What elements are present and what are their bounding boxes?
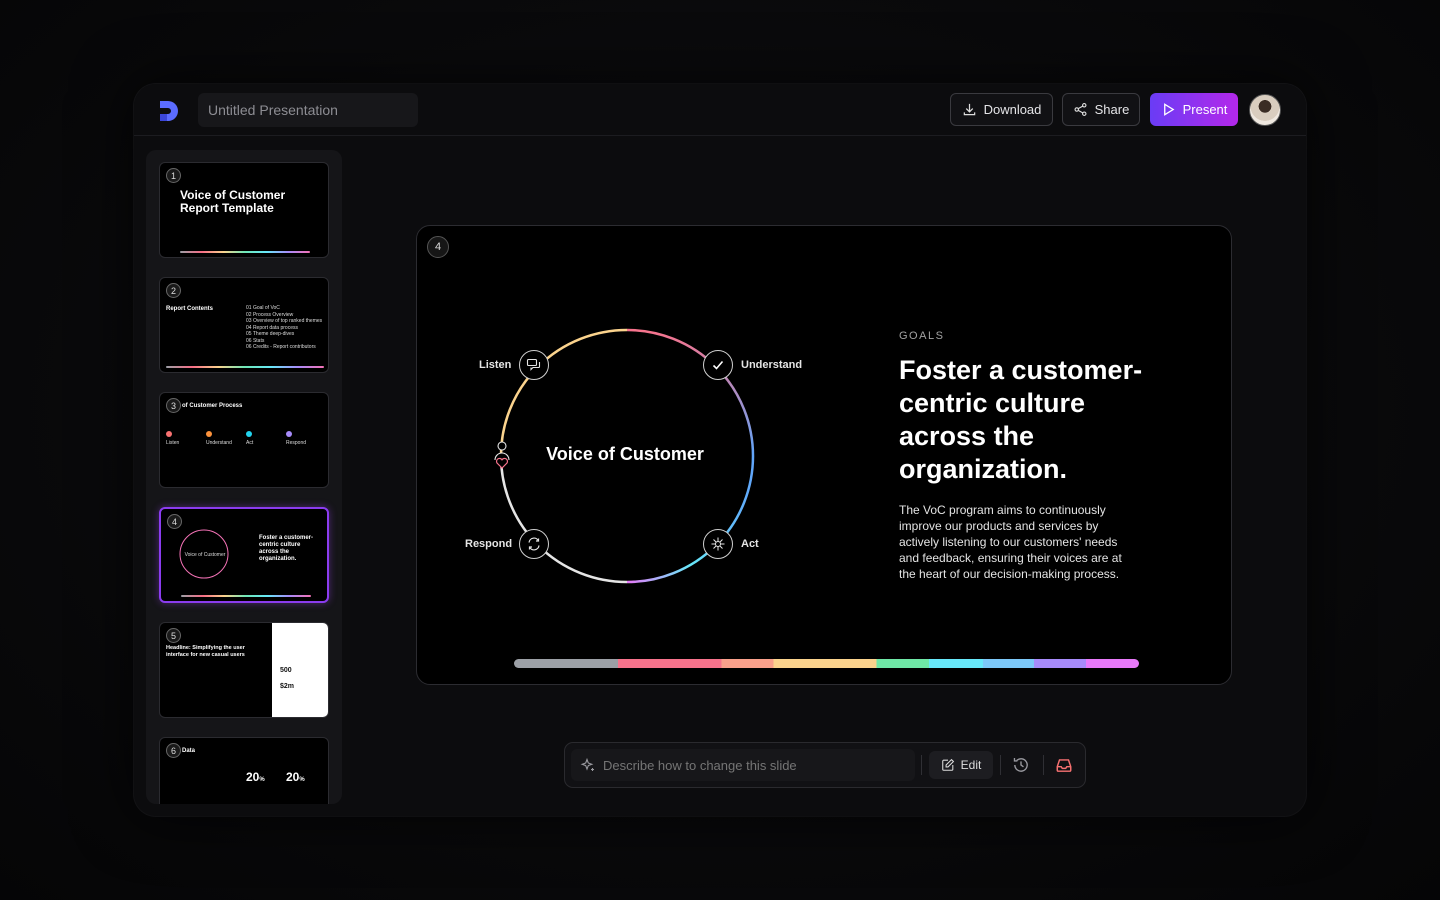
goals-headline: Foster a customer-centric culture across… [899,355,1143,484]
slide-number-badge: 6 [166,743,181,758]
slide-thumbnail-2[interactable]: 2 Report Contents 01 Goal of VoC 02 Proce… [159,277,329,373]
thumb-color-bar [180,251,310,253]
chat-icon [526,358,541,371]
step-dot [166,431,172,437]
top-toolbar: Download Share Present [134,84,1306,136]
thumb-stat: 20% [286,770,305,784]
slide-thumbnail-4[interactable]: 4 Voice of Customer Foster a customer-ce… [159,507,329,603]
edit-label: Edit [960,758,982,772]
app-logo-icon[interactable] [156,98,182,124]
download-icon [963,103,975,116]
divider [1043,755,1044,775]
thumb-title: of Customer Process [182,403,243,409]
step-label: Act [246,440,254,446]
divider [1000,755,1001,775]
slide-canvas[interactable]: 4 Voice of Customer Listen Understand Re… [416,225,1232,685]
slide-number-badge: 4 [427,236,449,258]
goals-kicker: GOALS [899,330,945,342]
share-label: Share [1094,102,1130,117]
slide-thumbnail-3[interactable]: 3 of Customer Process Listen Understand … [159,392,329,488]
person-heart-icon [494,441,510,469]
play-icon [1163,103,1175,116]
understand-node [703,350,733,380]
step-label: Understand [206,440,232,446]
slide-thumbnail-panel[interactable]: 1 Voice of Customer Report Template 2 Re… [146,150,342,804]
slide-number-badge: 1 [166,168,181,183]
thumb-color-bar [181,595,311,597]
share-button[interactable]: Share [1062,93,1140,126]
slide-number-badge: 2 [166,283,181,298]
presentation-title-input[interactable] [198,93,418,127]
download-label: Download [983,102,1042,117]
history-icon[interactable] [1012,756,1030,774]
check-icon [712,360,724,370]
edit-button[interactable]: Edit [929,751,993,779]
thumb-title: Report Contents [166,306,213,312]
thumb-title: Data [182,748,196,754]
edit-icon [941,758,954,771]
slide-thumbnail-6[interactable]: 6 Data 20% 20% [159,737,329,804]
listen-node [519,350,549,380]
step-label: Listen [166,440,180,446]
slide-color-bar [514,659,1139,668]
slide-prompt-input[interactable] [571,749,915,781]
user-avatar[interactable] [1249,94,1281,126]
goals-body-text: The VoC program aims to continuously imp… [899,503,1122,581]
ai-sparkle-icon [580,757,594,771]
app-window: Download Share Present 1 Voice of Custom… [134,84,1306,816]
respond-node [519,529,549,559]
slide-thumbnail-5[interactable]: 5 Headline: Simplifying the user interfa… [159,622,329,718]
understand-label: Understand [741,359,803,371]
act-label: Act [741,538,759,550]
act-node [703,529,733,559]
slide-number-badge: 5 [166,628,181,643]
sparkle-icon [711,537,725,551]
ring-center-title: Voice of Customer [546,444,704,464]
thumb-white-panel: 500 $2m [272,623,328,717]
share-icon [1074,103,1087,116]
thumb-title: Headline: Simplifying the user interface… [166,645,245,658]
divider [921,755,922,775]
thumb-ring-label: Voice of Customer [184,552,226,558]
thumb-color-bar [166,366,324,368]
step-dot [206,431,212,437]
thumb-stat: 20% [246,770,265,784]
step-label: Respond [286,440,307,446]
refresh-icon [528,537,540,551]
slide-thumbnail-1[interactable]: 1 Voice of Customer Report Template [159,162,329,258]
thumb-contents-list: 01 Goal of VoC 02 Process Overview 03 Over… [246,305,323,350]
inbox-icon[interactable] [1055,756,1073,774]
listen-label: Listen [479,359,512,371]
slide-number-badge: 3 [166,398,181,413]
ai-prompt-bar: Edit [564,742,1086,788]
thumb-title: Voice of Customer Report Template [180,188,286,215]
present-label: Present [1182,102,1228,117]
download-button[interactable]: Download [950,93,1053,126]
step-dot [286,431,292,437]
respond-label: Respond [465,538,513,550]
present-button[interactable]: Present [1150,93,1238,126]
step-dot [246,431,252,437]
thumb-headline: Foster a customer-centric culture across… [259,535,314,562]
